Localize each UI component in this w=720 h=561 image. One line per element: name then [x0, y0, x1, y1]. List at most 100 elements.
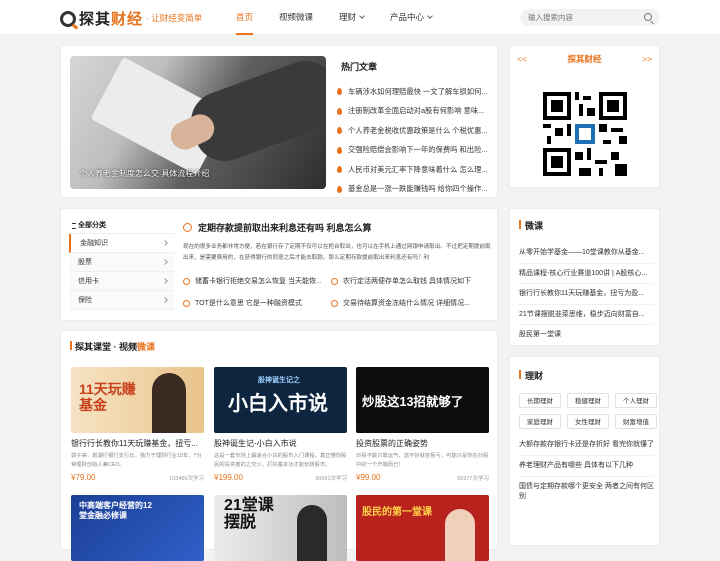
weike-list: 从零开始学基金——10堂课教你从基金... 精品课程-核心行业赛道100讲 | …: [519, 243, 654, 346]
hot-article-item[interactable]: 交强险赔偿会影响下一年的保费吗 和出险...: [337, 141, 489, 161]
licai-tag[interactable]: 长期理财: [519, 393, 561, 408]
course-name: 银行行长教你11天玩赚基金，扭亏...: [71, 439, 198, 448]
weike-item[interactable]: 股民第一堂课: [519, 325, 654, 346]
course-card[interactable]: 11天玩赚基金 银行行长教你11天玩赚基金，扭亏... 郭子斋：前湖行银行支行长…: [71, 367, 204, 482]
category-item-insurance[interactable]: 保险: [69, 291, 175, 310]
course-name: 投资股票的正确姿势: [356, 439, 428, 448]
qr-next-button[interactable]: >>: [642, 46, 652, 72]
related-link[interactable]: TOT是什么意思 它是一种融资模式: [183, 298, 321, 308]
courses-title: 探其课堂 · 视频微课: [69, 341, 156, 352]
course-thumbnail[interactable]: 11天玩赚基金: [71, 367, 204, 433]
course-learners: 90591次学习: [315, 476, 347, 482]
fire-icon: [337, 107, 342, 115]
weike-item[interactable]: 从零开始学基金——10堂课教你从基金...: [519, 243, 654, 264]
chevron-down-icon: [359, 13, 365, 19]
top-header: 探其财经 · 让财经变简单 首页 视频微课 理财 产品中心: [0, 0, 720, 35]
related-link[interactable]: 农行定活两便存单怎么取钱 具体情况如下: [331, 276, 471, 286]
hot-articles-title: 热门文章: [341, 62, 378, 72]
hero-banner[interactable]: 个人养老金制度怎么交 具体流程介绍: [70, 56, 326, 189]
licai-tag[interactable]: 女性理财: [567, 414, 609, 429]
course-desc: 郭子斋：前湖行银行支行长，独力于理财行业15年，7分钟理财创始人兼CEO。: [71, 453, 202, 468]
chevron-right-icon: [162, 297, 168, 303]
course-thumbnail[interactable]: 股民的第一堂课: [356, 495, 489, 561]
featured-article-title[interactable]: 定期存款提前取出来利息还有吗 利息怎么算: [183, 221, 495, 234]
licai-item[interactable]: 大额存款存银行卡还是存折好 看完你就懂了: [519, 435, 654, 456]
presenter-figure: [297, 505, 327, 561]
fire-icon: [337, 127, 342, 135]
course-thumbnail[interactable]: 股神诞生记之 小白入市说: [214, 367, 347, 433]
licai-tag[interactable]: 稳健理财: [567, 393, 609, 408]
weike-panel: 微课 从零开始学基金——10堂课教你从基金... 精品课程-核心行业赛道100讲…: [509, 208, 660, 346]
category-item-credit-card[interactable]: 信用卡: [69, 272, 175, 291]
top-panel: 个人养老金制度怎么交 具体流程介绍 热门文章 车辆涉水如何理赔最快 一文了解车损…: [60, 45, 498, 198]
fire-icon: [337, 146, 342, 154]
related-link[interactable]: 交易待结算资金冻结什么情况 详细情况...: [331, 298, 471, 308]
related-links: 储蓄卡银行拒绝交易怎么恢复 当天能恢... 农行定活两便存单怎么取钱 具体情况如…: [183, 276, 495, 308]
search-icon[interactable]: [644, 13, 652, 21]
course-thumbnail[interactable]: 炒股这13招就够了: [356, 367, 489, 433]
course-desc: 炒股不能只靠运气，选不好就容易亏，可能只是你在炒股中的一个开端而已！: [356, 453, 489, 468]
course-card[interactable]: 中高端客户经营的12堂金融必修课: [71, 495, 204, 561]
hot-article-item[interactable]: 人民币对美元汇率下降意味着什么 怎么理...: [337, 160, 489, 180]
weike-item[interactable]: 精品课程-核心行业赛道100讲 | A股核心...: [519, 264, 654, 284]
course-learners: 59377次学习: [457, 476, 489, 482]
courses-panel: 探其课堂 · 视频微课 11天玩赚基金 银行行长教你11天玩赚基金，扭亏... …: [60, 330, 498, 561]
search-input[interactable]: [528, 11, 638, 24]
course-name: 股神诞生记-小白入市说: [214, 439, 297, 448]
weike-title: 微课: [519, 219, 543, 232]
nav-licai[interactable]: 理财: [339, 0, 365, 35]
nav-products[interactable]: 产品中心: [390, 0, 433, 35]
licai-panel: 理财 长期理财 稳健理财 个人理财 家庭理财 女性理财 财富增值 大额存款存银行…: [509, 356, 660, 546]
weike-item[interactable]: 银行行长教你11天玩赚基金，扭亏为盈...: [519, 284, 654, 305]
course-card[interactable]: 21堂课 摆脱: [214, 495, 347, 561]
nav-home[interactable]: 首页: [236, 0, 254, 35]
circle-icon: [183, 277, 190, 285]
weike-item[interactable]: 21节课摆脱韭菜思维，稳步迈向财富自...: [519, 305, 654, 325]
qr-panel: << 探其财经 >>: [509, 45, 660, 188]
related-link[interactable]: 储蓄卡银行拒绝交易怎么恢复 当天能恢...: [183, 276, 321, 286]
circle-icon: [183, 299, 190, 307]
licai-list: 大额存款存银行卡还是存折好 看完你就懂了 养老理财产品有哪些 具体有以下几种 国…: [519, 435, 654, 507]
licai-tag[interactable]: 财富增值: [615, 414, 657, 429]
qr-title: 探其财经: [567, 54, 602, 64]
nav-video-courses[interactable]: 视频微课: [279, 0, 313, 35]
site-logo[interactable]: 探其财经: [60, 8, 143, 29]
course-card[interactable]: 股神诞生记之 小白入市说 股神诞生记-小白入市说 这是一套市场上最适合小白的股市…: [214, 367, 347, 482]
licai-tag[interactable]: 个人理财: [615, 393, 657, 408]
licai-tag[interactable]: 家庭理财: [519, 414, 561, 429]
qr-prev-button[interactable]: <<: [517, 46, 527, 72]
hero-arm-shape: [182, 56, 326, 170]
logo-q-icon: [60, 10, 76, 27]
fire-icon: [337, 88, 342, 96]
fire-icon: [337, 185, 342, 193]
hot-articles-list: 车辆涉水如何理赔最快 一文了解车损如何... 注册制改革全面启动对a股有何影响 …: [337, 82, 489, 199]
category-menu: 全部分类 金融知识 股票 信用卡 保险: [69, 217, 175, 315]
licai-tags: 长期理财 稳健理财 个人理财 家庭理财 女性理财 财富增值: [519, 393, 659, 429]
course-price: ¥99.00: [356, 473, 381, 482]
hot-article-item[interactable]: 基金总是一涨一跌能赚钱吗 给你四个操作...: [337, 180, 489, 200]
hot-article-item[interactable]: 个人养老金税收优惠政策是什么 个税优惠...: [337, 121, 489, 141]
fire-icon: [337, 166, 342, 174]
category-menu-title: 全部分类: [69, 217, 175, 234]
presenter-figure: [152, 373, 186, 433]
featured-article-desc: 现在的很多业务都非常方便，若在银行存了定期不仅可以在柜台取出，也可以在手机上通过…: [183, 244, 491, 261]
hot-article-item[interactable]: 车辆涉水如何理赔最快 一文了解车损如何...: [337, 82, 489, 102]
circle-icon: [183, 223, 192, 232]
licai-item[interactable]: 养老理财产品有哪些 具体有以下几种: [519, 456, 654, 477]
course-thumbnail[interactable]: 21堂课 摆脱: [214, 495, 347, 561]
course-card[interactable]: 炒股这13招就够了 投资股票的正确姿势 炒股不能只靠运气，选不好就容易亏，可能只…: [356, 367, 489, 482]
presenter-figure: [445, 509, 475, 561]
logo-text: 探其财经: [79, 11, 144, 28]
course-card[interactable]: 股民的第一堂课: [356, 495, 489, 561]
licai-item[interactable]: 国债与定期存款哪个更安全 两者之间有何区别: [519, 477, 654, 507]
category-panel: 全部分类 金融知识 股票 信用卡 保险 定期存款提前取出来利息还有吗 利息怎么算…: [60, 208, 498, 321]
category-item-stocks[interactable]: 股票: [69, 253, 175, 272]
circle-icon: [331, 277, 338, 285]
hot-article-item[interactable]: 注册制改革全面启动对a股有何影响 意味...: [337, 102, 489, 122]
chevron-right-icon: [162, 240, 168, 246]
course-desc: 这是一套市场上最适合小白的股市入门课程，真正懂你股民的投资者的之交少，打好基本功…: [214, 453, 347, 468]
course-thumbnail[interactable]: 中高端客户经营的12堂金融必修课: [71, 495, 204, 561]
course-price: ¥199.00: [214, 473, 243, 482]
category-item-finance[interactable]: 金融知识: [69, 234, 175, 253]
chevron-right-icon: [162, 278, 168, 284]
